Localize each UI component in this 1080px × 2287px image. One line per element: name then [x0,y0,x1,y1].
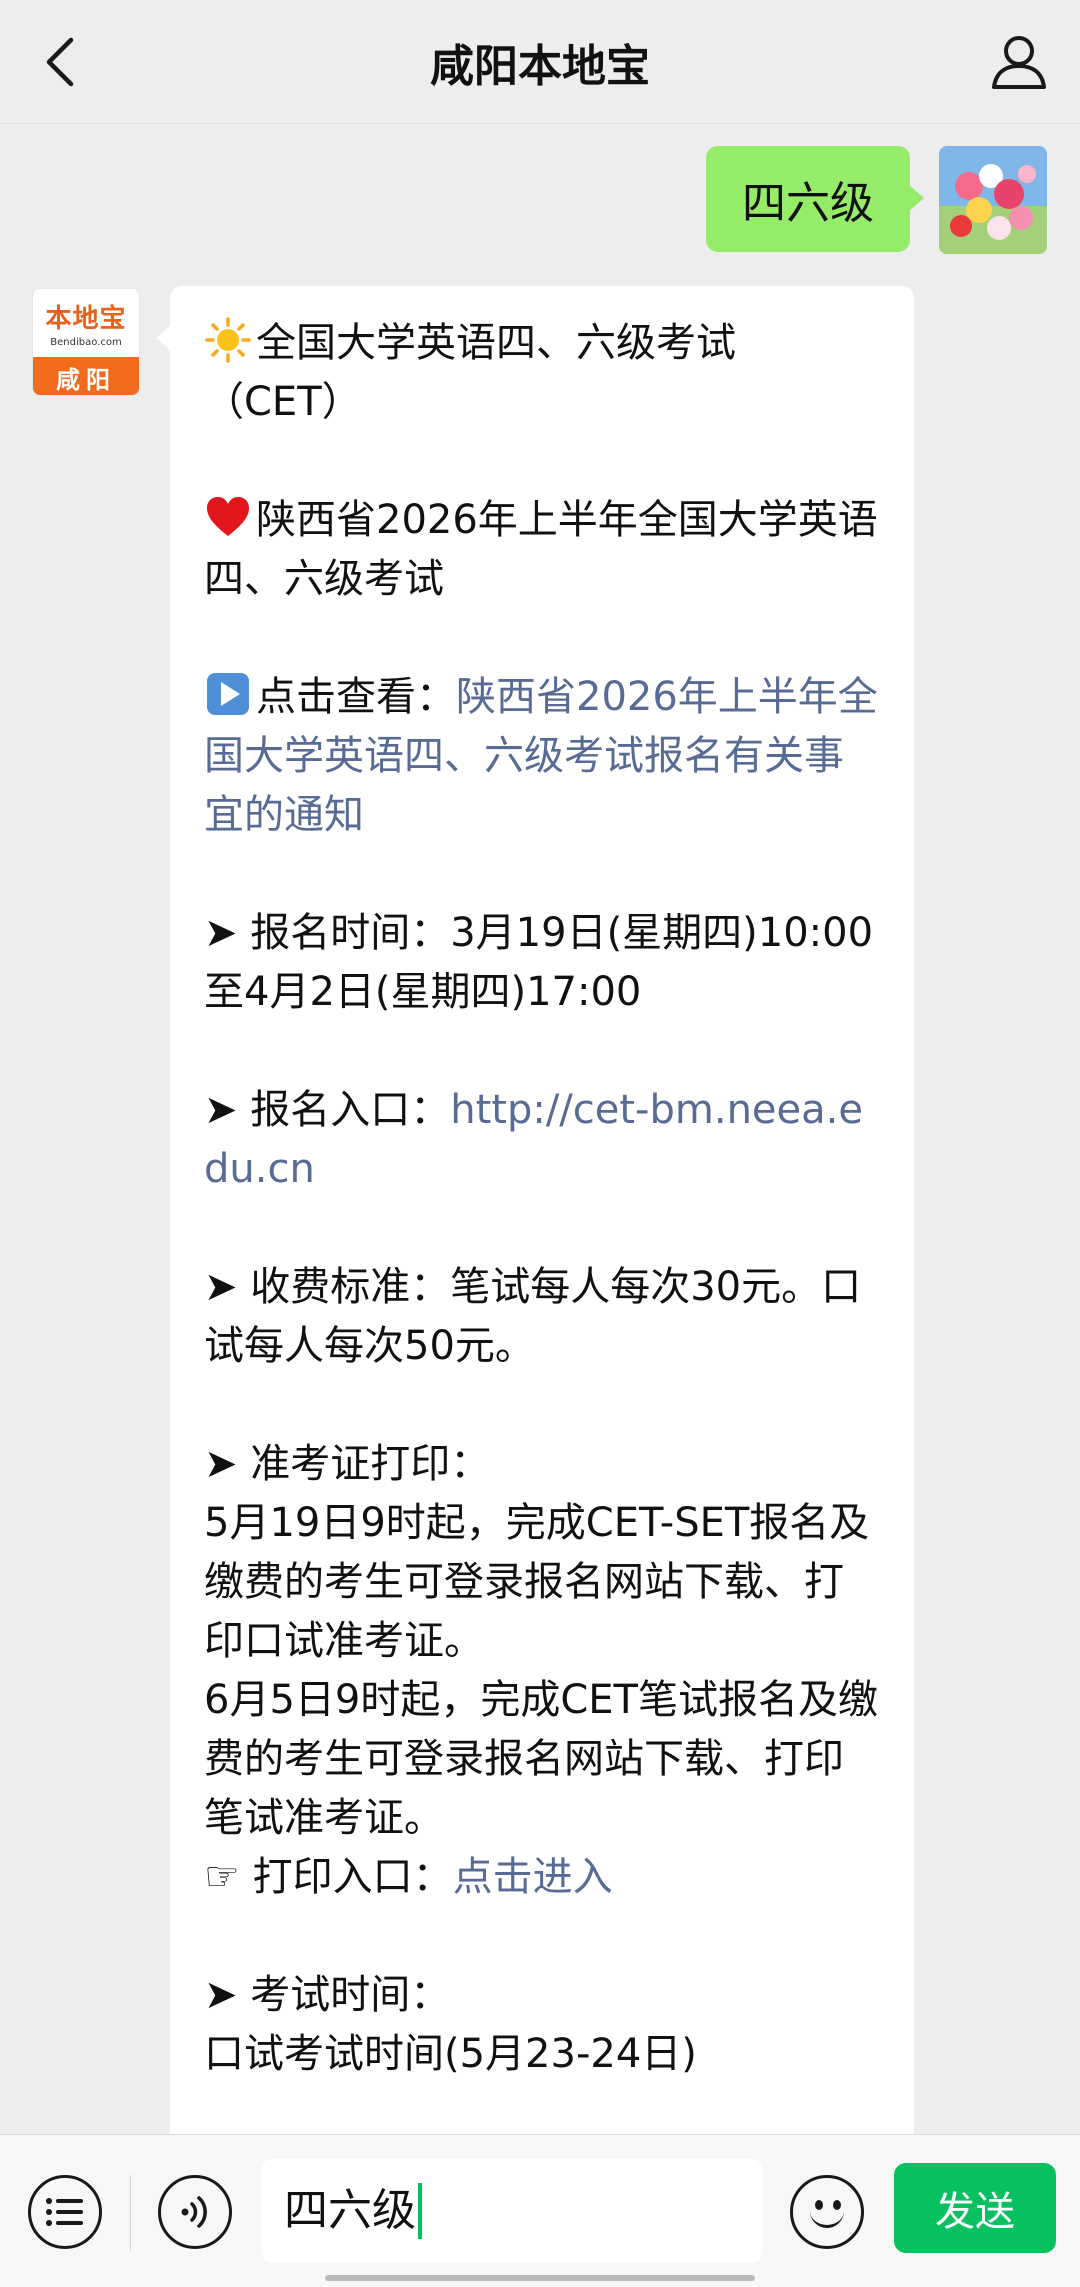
chat-title: 咸阳本地宝 [430,41,650,92]
user-avatar[interactable] [939,146,1047,254]
notice-paragraph: 点击查看：陕西省2026年上半年全国大学英语四、六级考试报名有关事宜的通知 [204,668,880,845]
print-entry: ☞ 打印入口：点击进入 [204,1848,880,1907]
logo-city: 咸阳 [33,357,139,395]
message-input[interactable]: 四六级 [262,2159,762,2263]
send-button[interactable]: 发送 [894,2163,1056,2253]
flower-avatar-image [939,146,1047,254]
home-indicator [325,2275,755,2281]
title-line-2: （CET） [204,379,362,425]
message-heading: 陕西省2026年上半年全国大学英语四、六级考试 [204,491,880,609]
voice-icon [181,2196,207,2228]
divider [130,2175,131,2251]
emoji-button[interactable] [790,2175,864,2249]
bot-avatar[interactable]: 本地宝 Bendibao.com 咸阳 [32,288,140,396]
text-caret [418,2183,422,2239]
print-entry-label: ☞ 打印入口： [204,1854,453,1900]
title-line-1: 全国大学英语四、六级考试 [256,320,736,366]
notice-prefix: 点击查看： [256,674,456,720]
input-bar: 四六级 发送 [0,2134,1080,2287]
admit-heading: ➤ 准考证打印： [204,1441,491,1487]
sun-emoji [205,317,251,363]
exam-time-oral: 口试考试时间(5月23-24日) [204,2031,697,2077]
logo-site: Bendibao.com [50,337,122,348]
menu-button[interactable] [28,2175,102,2249]
heading-text: 陕西省2026年上半年全国大学英语四、六级考试 [204,497,878,602]
admit-written: 6月5日9时起，完成CET笔试报名及缴费的考生可登录报名网站下载、打印笔试准考证… [204,1677,878,1841]
bendibao-logo: 本地宝 Bendibao.com [33,289,139,357]
message-input-value: 四六级 [284,2185,416,2236]
logo-brand: 本地宝 [45,304,127,334]
print-entry-link[interactable]: 点击进入 [453,1854,613,1900]
user-message-text: 四六级 [742,178,874,229]
message-title: 全国大学英语四、六级考试 （CET） [204,314,880,432]
admit-oral: 5月19日9时起，完成CET-SET报名及缴费的考生可登录报名网站下载、打印口试… [204,1500,870,1664]
play-button-emoji [207,673,249,715]
profile-button[interactable] [986,28,1052,94]
message-list[interactable]: 四六级 本地宝 Bendibao.com 咸阳 全国大学英语四、六级考试 （CE… [0,124,1080,2134]
signup-time: ➤ 报名时间：3月19日(星期四)10:00至4月2日(星期四)17:00 [204,910,874,1015]
bot-message-bubble[interactable]: 全国大学英语四、六级考试 （CET） 陕西省2026年上半年全国大学英语四、六级… [156,286,914,2134]
fee-info: ➤ 收费标准：笔试每人每次30元。口试每人每次50元。 [204,1264,862,1369]
user-message-bubble[interactable]: 四六级 [706,146,924,252]
signup-entry-label: ➤ 报名入口： [204,1087,451,1133]
heart-emoji [207,497,249,536]
chat-header: 咸阳本地宝 [0,0,1080,124]
list-icon [46,2198,83,2226]
voice-button[interactable] [158,2175,232,2249]
person-icon [992,36,1046,89]
exam-time-heading: ➤ 考试时间： [204,1972,451,2018]
signup-entry: ➤ 报名入口：http://cet-bm.neea.edu.cn [204,1081,880,1199]
